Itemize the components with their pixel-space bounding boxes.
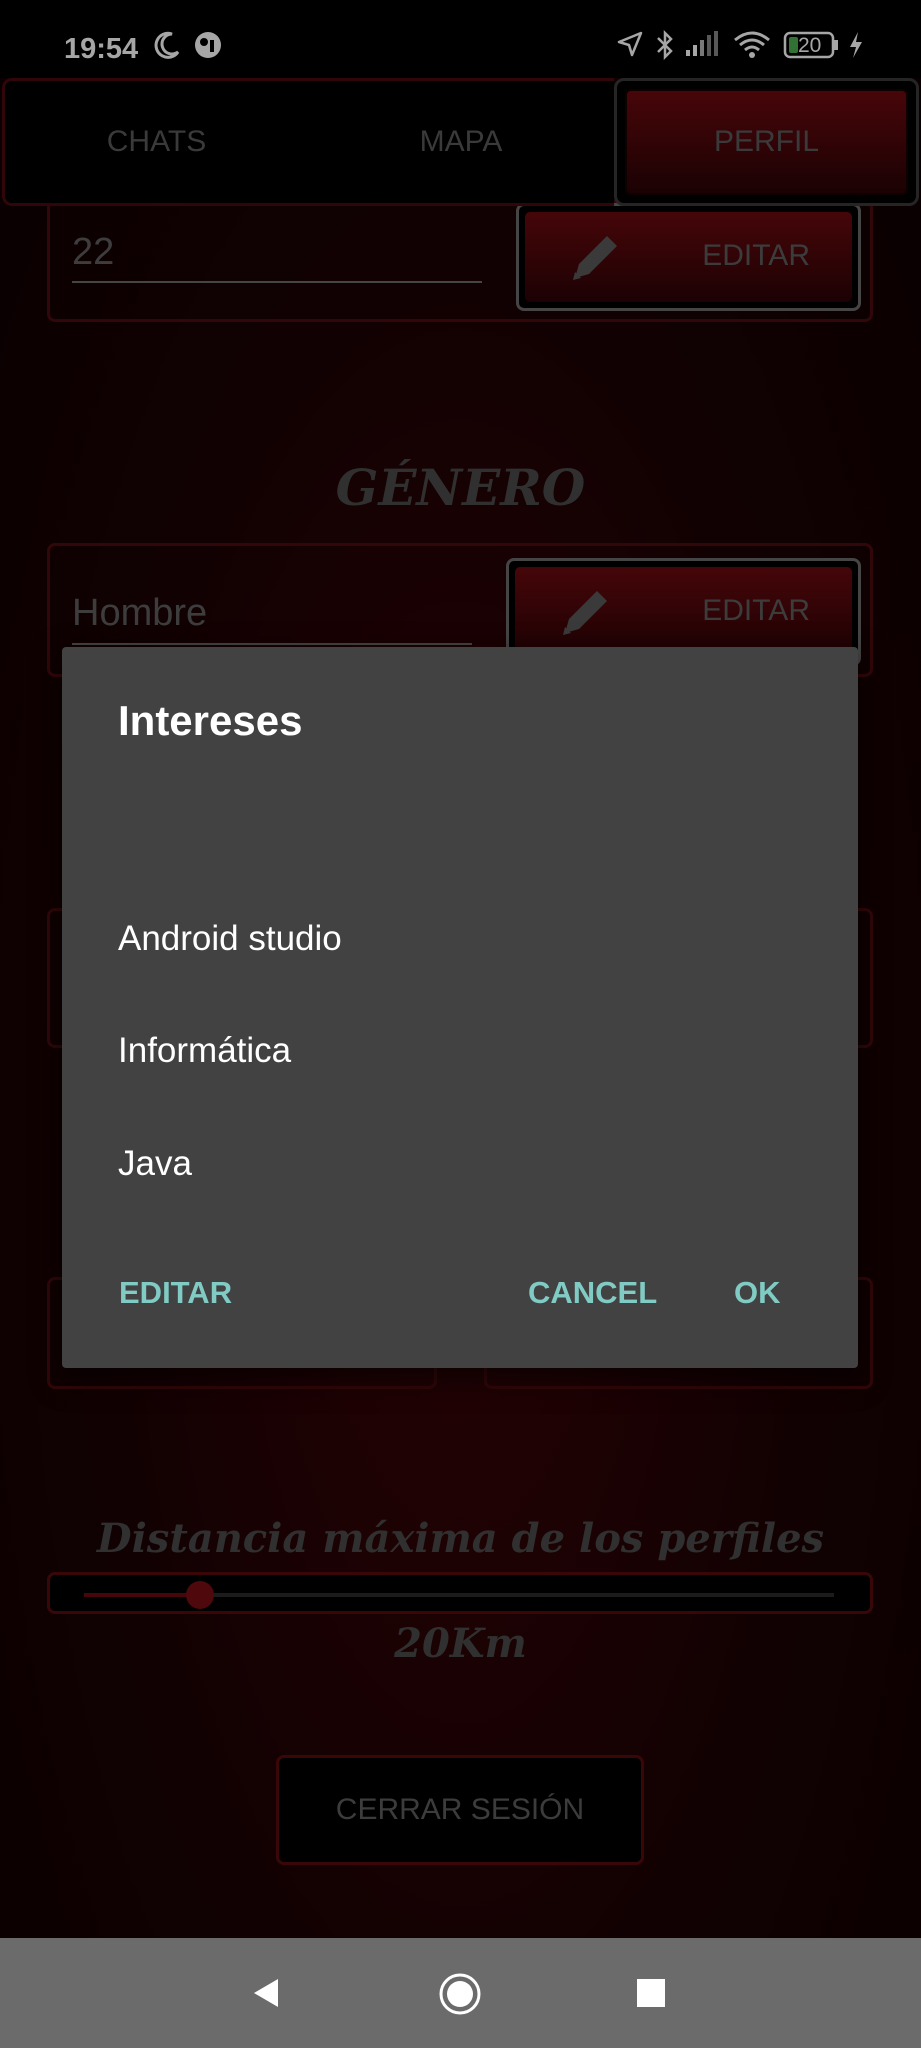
dialog-cancel-button[interactable]: CANCEL xyxy=(528,1275,657,1311)
interests-dialog: Intereses Android studio Informática Jav… xyxy=(62,647,858,1368)
back-icon[interactable] xyxy=(250,1976,282,2015)
dialog-edit-button[interactable]: EDITAR xyxy=(119,1275,232,1311)
interest-item[interactable]: Informática xyxy=(118,1031,291,1071)
recents-icon[interactable] xyxy=(636,1978,666,2013)
dialog-ok-button[interactable]: OK xyxy=(734,1275,781,1311)
navigation-bar xyxy=(0,1938,921,2048)
home-icon[interactable] xyxy=(438,1972,482,2021)
dialog-title: Intereses xyxy=(118,697,303,744)
app-screen: 19:54 20 22 EDITAR CHATS MAPA PERFIL GÉN… xyxy=(0,0,921,1938)
interest-item[interactable]: Android studio xyxy=(118,919,342,959)
interest-item[interactable]: Java xyxy=(118,1144,192,1184)
